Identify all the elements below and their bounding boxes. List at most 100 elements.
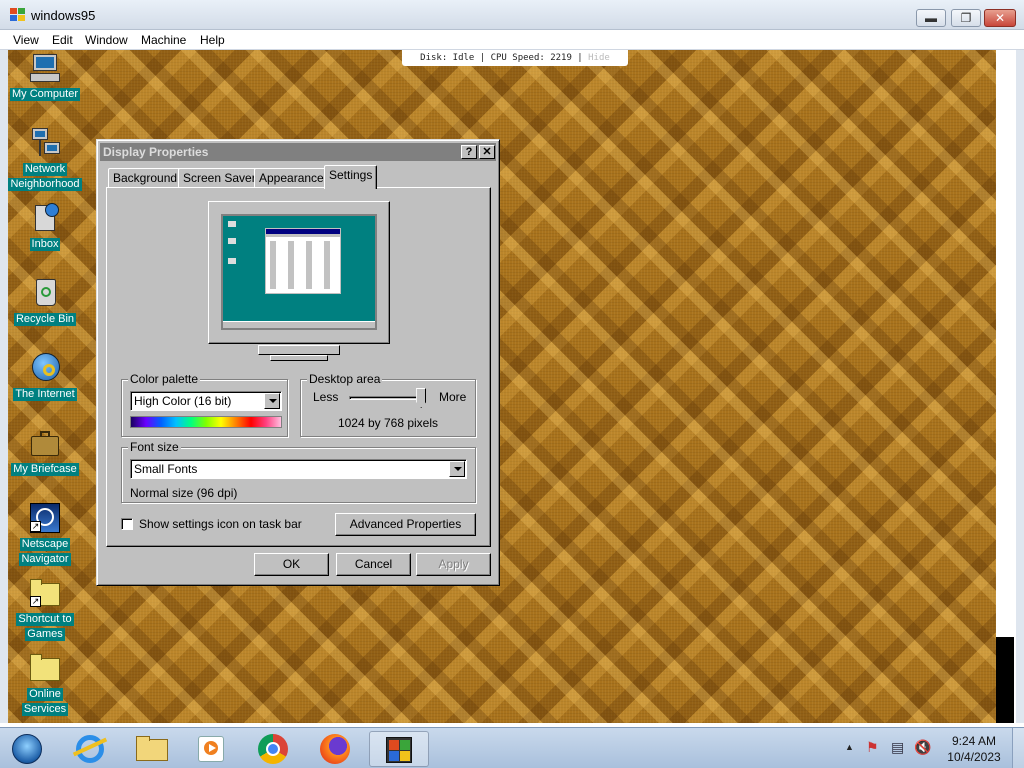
hide-status-link[interactable]: Hide (588, 53, 610, 63)
briefcase-icon (28, 427, 62, 459)
desktop-icon-the-internet[interactable]: The Internet (8, 352, 82, 401)
icon-label-line1: Online (27, 688, 63, 701)
desktop-icon-my-briefcase[interactable]: My Briefcase (8, 427, 82, 476)
system-clock[interactable]: 9:24 AM 10/4/2023 (942, 733, 1006, 765)
file-explorer-icon[interactable] (124, 731, 180, 767)
clock-date: 10/4/2023 (947, 750, 1001, 764)
desktop-area-label: Desktop area (307, 372, 383, 386)
icon-label: My Briefcase (11, 463, 79, 476)
media-player-icon[interactable] (184, 731, 240, 767)
desktop-icon-inbox[interactable]: Inbox (8, 202, 82, 251)
show-hidden-icons-icon[interactable]: ▲ (845, 742, 854, 752)
help-button[interactable]: ? (461, 145, 477, 159)
menu-machine[interactable]: Machine (141, 33, 186, 47)
icon-label: My Computer (9, 88, 81, 101)
ok-button[interactable]: OK (254, 553, 329, 576)
icon-label-line2: Games (25, 628, 65, 641)
advanced-properties-button[interactable]: Advanced Properties (335, 513, 476, 536)
internet-explorer-icon[interactable] (62, 731, 118, 767)
tab-settings[interactable]: Settings (324, 165, 378, 189)
cancel-button[interactable]: Cancel (336, 553, 411, 576)
icon-label-line1: Netscape (19, 538, 71, 551)
host-title-bar[interactable]: windows95 ▬ ❐ ✕ (0, 0, 1024, 30)
emulator-status-bar: Disk: Idle | CPU Speed: 2219 | Hide (402, 50, 628, 66)
firefox-icon[interactable] (308, 731, 364, 767)
minimize-button[interactable]: ▬ (916, 9, 946, 27)
show-settings-label[interactable]: Show settings icon on task bar (139, 517, 302, 531)
maximize-button[interactable]: ❐ (951, 9, 981, 27)
font-size-select[interactable]: Small Fonts (130, 459, 467, 479)
chevron-down-icon[interactable] (449, 461, 465, 477)
desktop-icon-shortcut-to-games[interactable]: ↗ Shortcut to Games (8, 577, 82, 641)
menu-edit[interactable]: Edit (52, 33, 73, 47)
preview-window (265, 228, 341, 294)
internet-icon (28, 352, 62, 384)
color-palette-label: Color palette (128, 372, 201, 386)
folder-shortcut-icon: ↗ (28, 577, 62, 609)
show-settings-checkbox[interactable] (121, 518, 133, 530)
host-right-margin (996, 50, 1016, 723)
folder-icon (28, 652, 62, 684)
dialog-title-bar[interactable]: Display Properties ? ✕ (100, 143, 496, 161)
volume-muted-icon[interactable]: 🔇 (914, 739, 931, 756)
icon-label: Recycle Bin (13, 313, 77, 326)
computer-icon (28, 52, 62, 84)
preview-desktop (223, 216, 375, 328)
chevron-down-icon[interactable] (264, 393, 280, 409)
resolution-slider-thumb[interactable] (416, 388, 427, 408)
status-text: Disk: Idle | CPU Speed: 2219 | (420, 53, 589, 63)
action-center-icon[interactable]: ⚑ (866, 739, 879, 756)
windows95-app-icon[interactable] (369, 731, 429, 767)
close-button[interactable]: ✕ (984, 9, 1016, 27)
menu-view[interactable]: View (13, 33, 39, 47)
desktop-icon-netscape-navigator[interactable]: ↗ Netscape Navigator (8, 502, 82, 566)
icon-label-line2: Neighborhood (8, 178, 82, 191)
icon-label-line1: Network (22, 163, 68, 176)
color-palette-value: High Color (16 bit) (134, 394, 232, 408)
inbox-icon (28, 202, 62, 234)
color-palette-group: Color palette High Color (16 bit) (121, 372, 288, 437)
show-desktop-button[interactable] (1012, 728, 1024, 768)
icon-label-line2: Services (21, 703, 69, 716)
color-palette-select[interactable]: High Color (16 bit) (130, 391, 282, 411)
tab-appearance[interactable]: Appearance (254, 168, 329, 188)
desktop-area-group: Desktop area Less More 1024 by 768 pixel… (300, 372, 476, 437)
desktop-icon-online-services[interactable]: Online Services (8, 652, 82, 716)
dialog-title: Display Properties (103, 145, 209, 159)
resolution-value: 1024 by 768 pixels (337, 416, 439, 430)
settings-panel: Color palette High Color (16 bit) Deskto… (106, 187, 491, 547)
menu-window[interactable]: Window (85, 33, 128, 47)
menu-help[interactable]: Help (200, 33, 225, 47)
desktop-icon-my-computer[interactable]: My Computer (8, 52, 82, 101)
monitor-preview (208, 201, 390, 344)
tab-screen-saver[interactable]: Screen Saver (178, 168, 261, 188)
dialog-close-button[interactable]: ✕ (479, 145, 495, 159)
icon-label-line2: Navigator (19, 553, 71, 566)
tab-background[interactable]: Background (108, 168, 183, 188)
host-window-title: windows95 (31, 8, 96, 23)
icon-label-line1: Shortcut to (16, 613, 74, 626)
font-size-group: Font size Small Fonts Normal size (96 dp… (121, 440, 476, 503)
resolution-slider-track[interactable] (349, 396, 425, 400)
network-icon (28, 127, 62, 159)
display-properties-dialog: Display Properties ? ✕ Background Screen… (96, 139, 500, 586)
icon-label: Inbox (29, 238, 61, 251)
desktop-icon-network-neighborhood[interactable]: Network Neighborhood (8, 127, 82, 191)
apply-button[interactable]: Apply (416, 553, 491, 576)
desktop-icon-recycle-bin[interactable]: Recycle Bin (8, 277, 82, 326)
windows-logo-icon (10, 8, 26, 22)
chrome-icon[interactable] (246, 731, 302, 767)
netscape-icon: ↗ (28, 502, 62, 534)
host-taskbar: ▲ ⚑ ▤ 🔇 9:24 AM 10/4/2023 (0, 727, 1024, 768)
start-orb-icon[interactable] (4, 731, 50, 767)
clock-time: 9:24 AM (951, 734, 997, 748)
network-status-icon[interactable]: ▤ (891, 739, 904, 756)
icon-label: The Internet (13, 388, 77, 401)
host-menu-bar: View Edit Window Machine Help (0, 30, 1024, 50)
slider-more-label: More (439, 390, 467, 404)
font-size-value: Small Fonts (134, 462, 198, 476)
font-size-note: Normal size (96 dpi) (130, 486, 238, 500)
font-size-label: Font size (128, 440, 181, 454)
slider-less-label: Less (313, 390, 339, 404)
color-spectrum-bar (130, 416, 282, 428)
